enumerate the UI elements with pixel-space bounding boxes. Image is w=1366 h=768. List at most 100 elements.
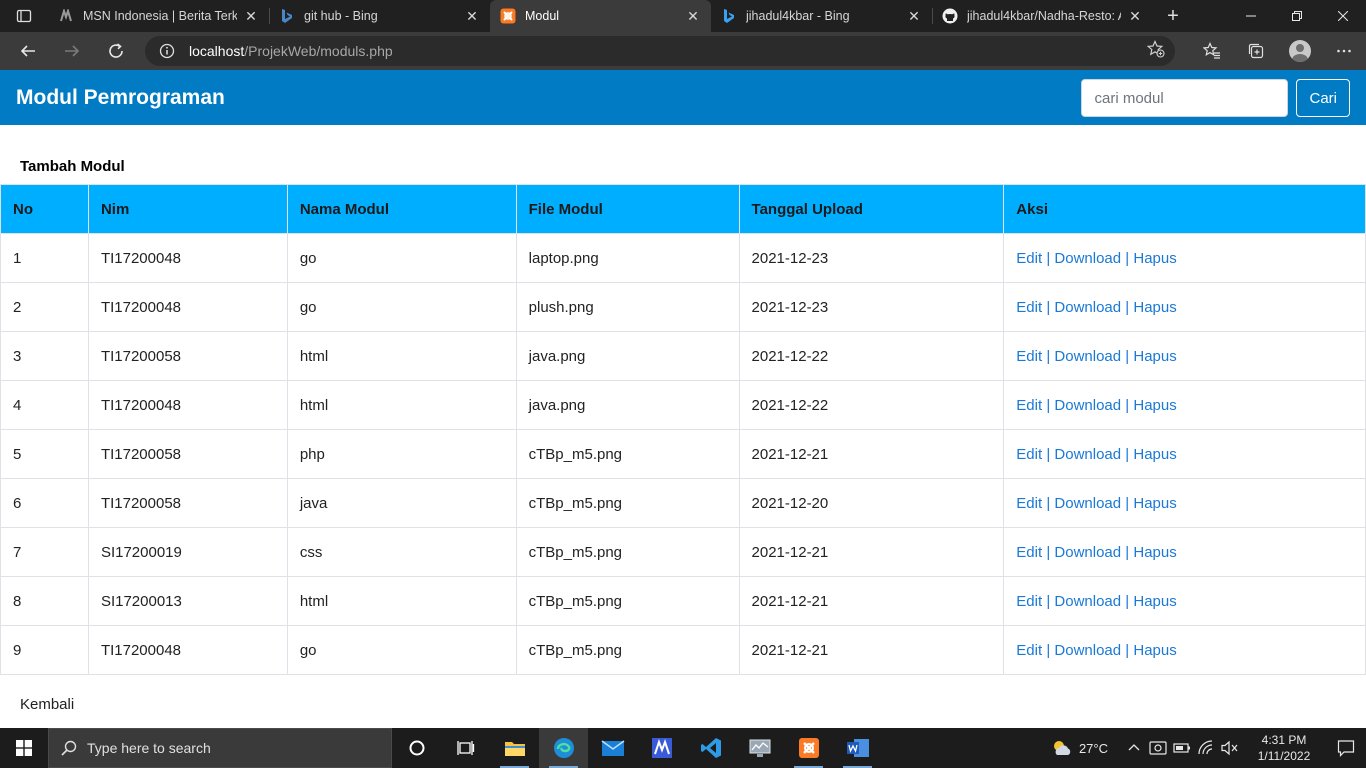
download-link[interactable]: Download xyxy=(1054,299,1121,316)
edit-link[interactable]: Edit xyxy=(1016,593,1042,610)
close-window-button[interactable] xyxy=(1320,0,1366,32)
cell-tanggal-upload: 2021-12-21 xyxy=(738,429,1005,479)
collections-icon xyxy=(1248,43,1264,59)
task-view-button[interactable] xyxy=(441,728,490,768)
browser-tab-msn[interactable]: MSN Indonesia | Berita Terkini ✕ xyxy=(48,0,269,32)
download-link[interactable]: Download xyxy=(1054,250,1121,267)
download-link[interactable]: Download xyxy=(1054,348,1121,365)
delete-link[interactable]: Hapus xyxy=(1133,495,1176,512)
tab-actions-button[interactable] xyxy=(0,0,48,32)
download-link[interactable]: Download xyxy=(1054,397,1121,414)
taskbar-app-xampp[interactable] xyxy=(784,728,833,768)
download-link[interactable]: Download xyxy=(1054,495,1121,512)
cell-tanggal-upload: 2021-12-21 xyxy=(738,625,1005,675)
cell-nama-modul: html xyxy=(286,331,517,381)
delete-link[interactable]: Hapus xyxy=(1133,299,1176,316)
browser-tab-bing-jihadul[interactable]: jihadul4kbar - Bing ✕ xyxy=(711,0,932,32)
add-favorite-button[interactable] xyxy=(1146,39,1165,63)
notification-icon xyxy=(1337,740,1355,757)
separator: | xyxy=(1046,445,1051,463)
close-icon[interactable]: ✕ xyxy=(243,8,259,24)
profile-button[interactable] xyxy=(1278,35,1322,67)
edit-link[interactable]: Edit xyxy=(1016,299,1042,316)
cell-aksi: Edit | Download | Hapus xyxy=(1003,527,1366,577)
separator: | xyxy=(1046,494,1051,512)
search-input[interactable] xyxy=(1081,79,1289,117)
wifi-tray-button[interactable] xyxy=(1194,740,1218,756)
taskbar-app-file-explorer[interactable] xyxy=(490,728,539,768)
taskbar-search[interactable]: Type here to search xyxy=(48,728,392,768)
delete-link[interactable]: Hapus xyxy=(1133,642,1176,659)
search-button[interactable]: Cari xyxy=(1296,79,1350,117)
address-bar[interactable]: localhost/ProjekWeb/moduls.php xyxy=(145,36,1175,66)
table-row: 8 SI17200013 html cTBp_m5.png 2021-12-21 Edit… xyxy=(0,576,1366,626)
delete-link[interactable]: Hapus xyxy=(1133,446,1176,463)
settings-menu-button[interactable] xyxy=(1322,35,1366,67)
new-tab-button[interactable]: + xyxy=(1153,0,1193,32)
edit-link[interactable]: Edit xyxy=(1016,397,1042,414)
restore-button[interactable] xyxy=(1274,0,1320,32)
download-link[interactable]: Download xyxy=(1054,446,1121,463)
cell-file-modul: cTBp_m5.png xyxy=(515,527,740,577)
edit-link[interactable]: Edit xyxy=(1016,495,1042,512)
edit-link[interactable]: Edit xyxy=(1016,544,1042,561)
collections-button[interactable] xyxy=(1234,35,1278,67)
table-row: 1 TI17200048 go laptop.png 2021-12-23 Edit | … xyxy=(0,233,1366,283)
info-icon[interactable] xyxy=(159,43,175,59)
browser-tab-bing-github[interactable]: git hub - Bing ✕ xyxy=(269,0,490,32)
close-icon[interactable]: ✕ xyxy=(1127,8,1143,24)
taskbar-apps xyxy=(392,728,882,768)
minimize-button[interactable] xyxy=(1228,0,1274,32)
browser-tab-github[interactable]: jihadul4kbar/Nadha-Resto: Ap ✕ xyxy=(932,0,1153,32)
edit-link[interactable]: Edit xyxy=(1016,250,1042,267)
back-button[interactable] xyxy=(6,35,50,67)
taskbar-app-monitor[interactable] xyxy=(735,728,784,768)
cell-nim: TI17200048 xyxy=(87,625,288,675)
taskbar-clock[interactable]: 4:31 PM 1/11/2022 xyxy=(1248,732,1320,764)
edit-link[interactable]: Edit xyxy=(1016,348,1042,365)
start-button[interactable] xyxy=(0,728,48,768)
volume-tray-button[interactable] xyxy=(1218,740,1242,756)
weather-widget[interactable]: 27°C xyxy=(1051,739,1108,757)
table-row: 7 SI17200019 css cTBp_m5.png 2021-12-21 Edit … xyxy=(0,527,1366,577)
separator: | xyxy=(1125,445,1130,463)
edit-link[interactable]: Edit xyxy=(1016,642,1042,659)
cell-nama-modul: go xyxy=(286,625,517,675)
favorites-button[interactable] xyxy=(1190,35,1234,67)
notification-center-button[interactable] xyxy=(1326,739,1366,757)
cell-no: 8 xyxy=(0,576,89,626)
close-icon[interactable]: ✕ xyxy=(685,8,701,24)
taskbar-app-edge[interactable] xyxy=(539,728,588,768)
delete-link[interactable]: Hapus xyxy=(1133,397,1176,414)
close-icon[interactable]: ✕ xyxy=(906,8,922,24)
refresh-button[interactable] xyxy=(94,35,138,67)
table-row: 2 TI17200048 go plush.png 2021-12-23 Edit | D… xyxy=(0,282,1366,332)
delete-link[interactable]: Hapus xyxy=(1133,250,1176,267)
cortana-button[interactable] xyxy=(392,728,441,768)
edit-link[interactable]: Edit xyxy=(1016,446,1042,463)
windows-taskbar: Type here to search 27°C 4:31 PM 1/11/20… xyxy=(0,728,1366,768)
download-link[interactable]: Download xyxy=(1054,642,1121,659)
cell-nim: SI17200019 xyxy=(87,527,288,577)
forward-button[interactable] xyxy=(50,35,94,67)
show-hidden-icons-button[interactable] xyxy=(1122,742,1146,754)
camera-tray-button[interactable] xyxy=(1146,740,1170,756)
url-text: localhost/ProjekWeb/moduls.php xyxy=(189,43,393,59)
delete-link[interactable]: Hapus xyxy=(1133,593,1176,610)
table-row: 5 TI17200058 php cTBp_m5.png 2021-12-21 Edit … xyxy=(0,429,1366,479)
back-link[interactable]: Kembali xyxy=(20,696,74,713)
close-icon[interactable]: ✕ xyxy=(464,8,480,24)
download-link[interactable]: Download xyxy=(1054,544,1121,561)
add-module-link[interactable]: Tambah Modul xyxy=(20,158,125,175)
browser-tab-modul[interactable]: Modul ✕ xyxy=(490,0,711,32)
taskbar-app-mathworks[interactable] xyxy=(637,728,686,768)
delete-link[interactable]: Hapus xyxy=(1133,544,1176,561)
taskbar-app-vscode[interactable] xyxy=(686,728,735,768)
tab-actions-icon xyxy=(16,9,32,23)
battery-tray-button[interactable] xyxy=(1170,742,1194,754)
taskbar-app-mail[interactable] xyxy=(588,728,637,768)
taskbar-app-word[interactable] xyxy=(833,728,882,768)
download-link[interactable]: Download xyxy=(1054,593,1121,610)
delete-link[interactable]: Hapus xyxy=(1133,348,1176,365)
separator: | xyxy=(1125,494,1130,512)
